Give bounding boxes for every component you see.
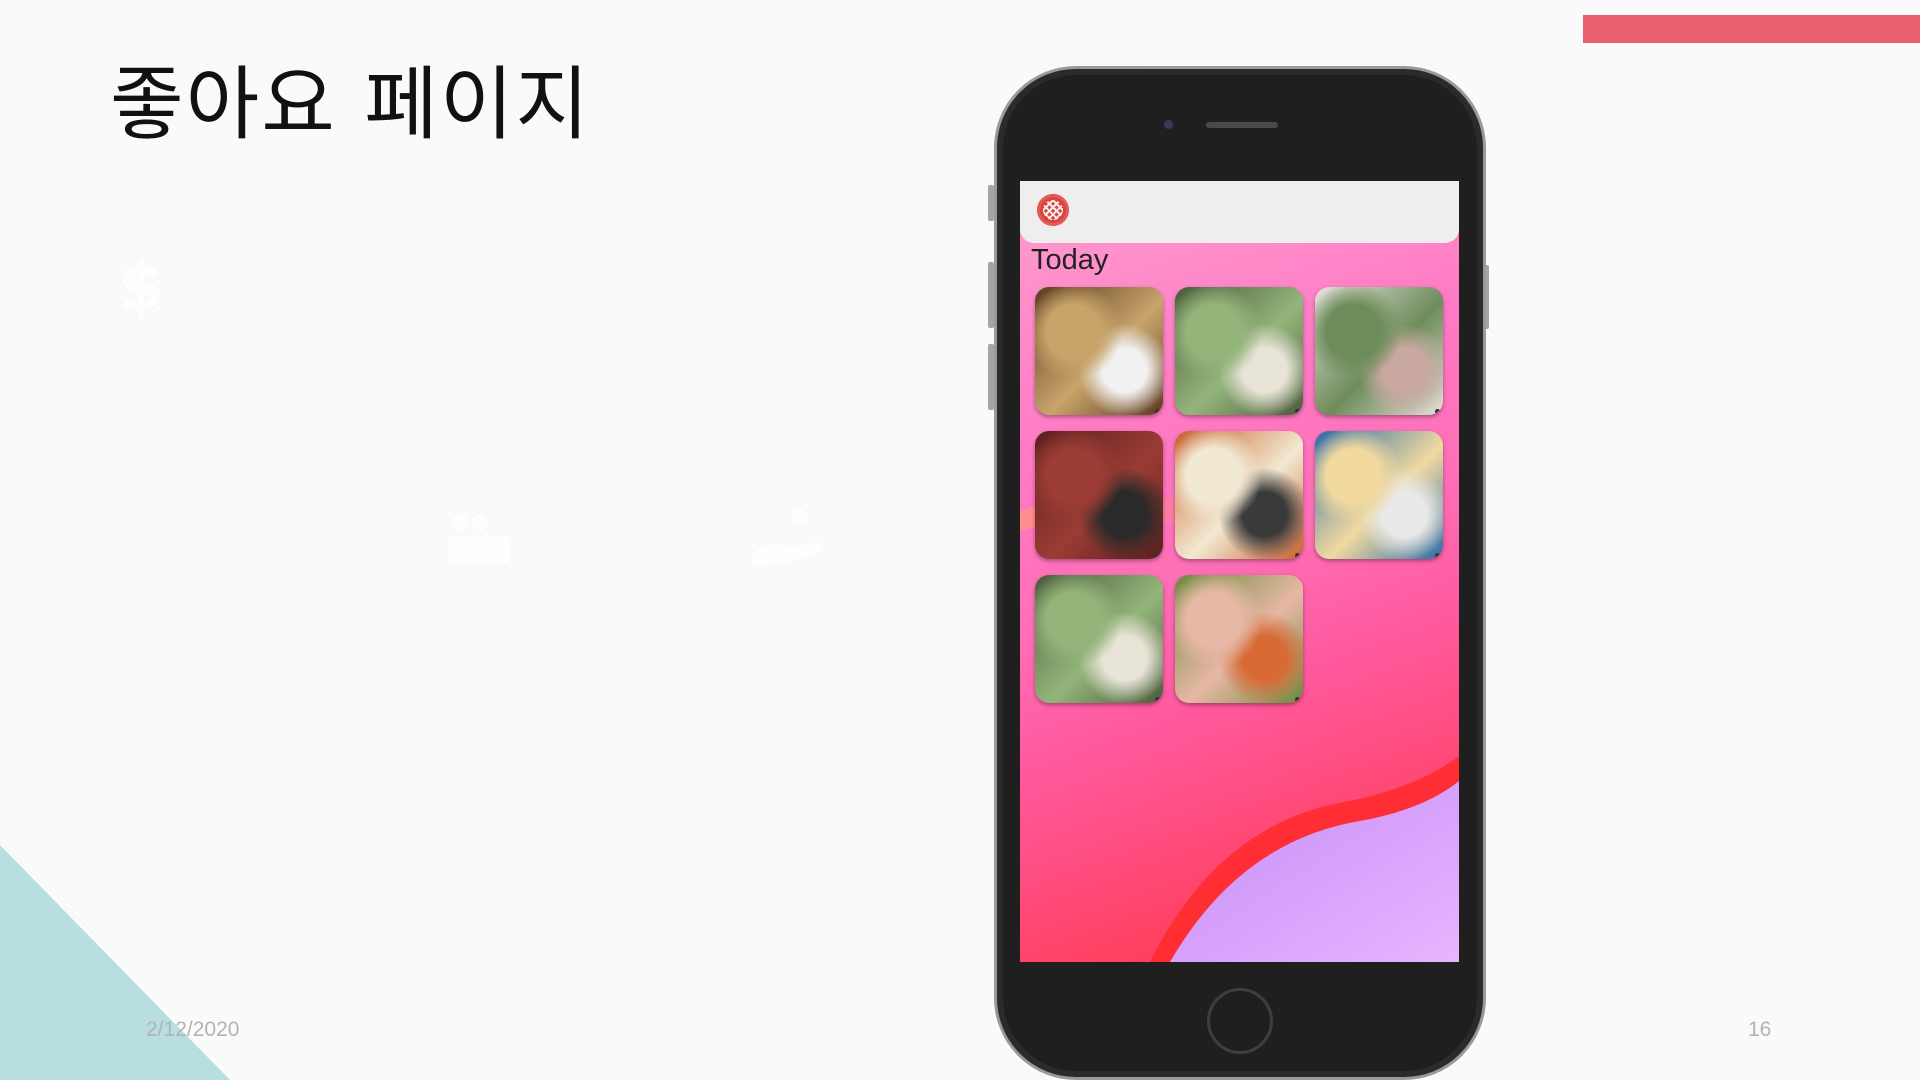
phone-screen: Today [1020, 181, 1459, 962]
app-header [1020, 181, 1459, 243]
accent-bar [1583, 15, 1920, 43]
people-icon [440, 510, 512, 579]
photo-spicy-dishes[interactable] [1175, 431, 1303, 559]
section-title: Today [1031, 244, 1109, 276]
page-number: 16 [1748, 1018, 1772, 1041]
slide-title: 좋아요 페이지 [110, 58, 592, 151]
hand-care-icon [748, 505, 828, 584]
photo-salad-platter[interactable] [1175, 575, 1303, 703]
app-logo-icon[interactable] [1037, 194, 1069, 226]
corner-decoration [0, 845, 230, 1080]
footer-date: 2/12/2020 [146, 1018, 240, 1041]
photo-grilled-beef[interactable] [1035, 431, 1163, 559]
phone-camera [1164, 120, 1173, 129]
photo-menu-board[interactable] [1315, 431, 1443, 559]
photo-sashimi[interactable] [1315, 287, 1443, 415]
photo-soup-greens-2[interactable] [1035, 575, 1163, 703]
phone-speaker [1206, 122, 1278, 128]
dollar-icon: $ [118, 248, 164, 325]
phone-home-button[interactable] [1207, 988, 1273, 1054]
photo-soup-greens[interactable] [1175, 287, 1303, 415]
photo-person-selfie[interactable] [1035, 287, 1163, 415]
